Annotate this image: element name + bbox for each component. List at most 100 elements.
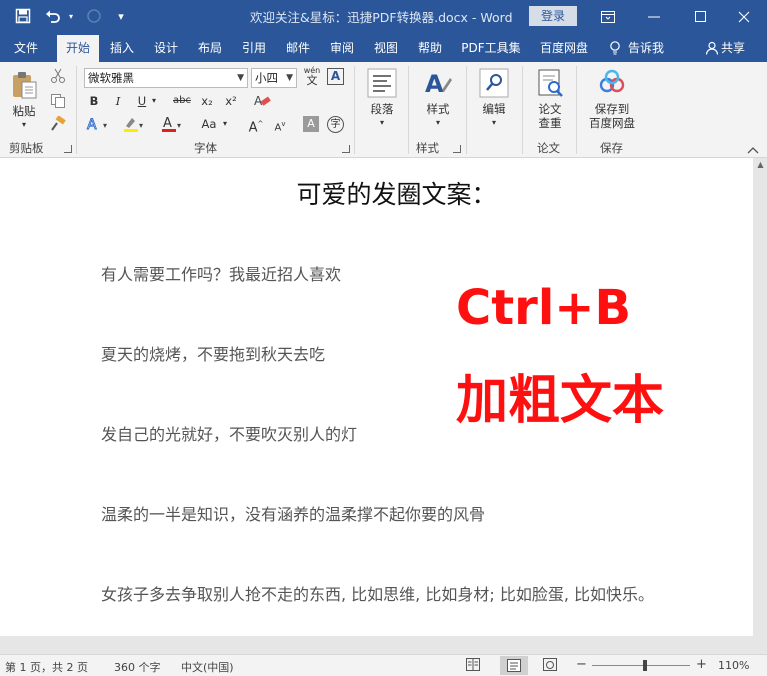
language-status[interactable]: 中文(中国)	[181, 659, 234, 675]
font-size-dropdown-icon[interactable]: ▼	[286, 69, 293, 87]
baidu-netdisk-icon	[599, 69, 625, 93]
document-paragraph: 有人需要工作吗？我最近招人喜欢	[101, 265, 342, 284]
share-button[interactable]: 共享	[721, 35, 751, 62]
change-case-dropdown-icon[interactable]: ▾	[220, 116, 230, 132]
svg-text:▾: ▾	[103, 121, 107, 130]
copy-icon[interactable]	[50, 93, 66, 112]
minimize-icon[interactable]	[631, 0, 677, 33]
editing-button[interactable]: 编辑 ▾	[474, 68, 514, 130]
read-mode-icon[interactable]	[466, 658, 480, 674]
tell-me-search[interactable]: 告诉我	[628, 35, 674, 62]
print-layout-icon[interactable]	[500, 656, 528, 675]
paste-button[interactable]: 粘贴 ▾	[6, 70, 42, 132]
undo-dropdown-icon[interactable]: ▾	[66, 6, 76, 26]
zoom-level[interactable]: 110%	[718, 659, 749, 672]
zoom-slider-thumb[interactable]	[643, 660, 647, 671]
save-to-baidu-button[interactable]: 保存到 百度网盘	[584, 68, 640, 130]
clear-formatting-icon[interactable]: A	[253, 93, 271, 112]
tab-references[interactable]: 引用	[236, 35, 272, 62]
underline-button[interactable]: U	[134, 93, 150, 109]
strikethrough-button[interactable]: abc	[171, 93, 193, 109]
font-name-combo[interactable]: 微软雅黑 ▼	[84, 68, 248, 88]
undo-icon[interactable]	[42, 6, 64, 26]
paper-check-icon	[538, 69, 563, 97]
close-icon[interactable]	[721, 0, 767, 33]
bold-button[interactable]: B	[86, 93, 102, 109]
zoom-in-button[interactable]: +	[696, 657, 707, 672]
paragraph-label: 段落	[370, 102, 394, 116]
tab-pdf-tools[interactable]: PDF工具集	[456, 35, 526, 62]
paragraph-icon	[367, 68, 397, 98]
save-icon[interactable]	[12, 6, 34, 26]
document-paragraph: 女孩子多去争取别人抢不走的东西, 比如思维, 比如身材; 比如脸蛋, 比如快乐。	[101, 585, 654, 604]
editing-dropdown-icon[interactable]: ▾	[474, 116, 514, 130]
tab-file[interactable]: 文件	[6, 35, 46, 62]
cut-icon[interactable]	[50, 68, 66, 87]
tab-insert[interactable]: 插入	[104, 35, 140, 62]
customize-toolbar-icon[interactable]: ▾	[114, 6, 128, 26]
document-page[interactable]: 可爱的发圈文案： 有人需要工作吗？我最近招人喜欢 夏天的烧烤，不要拖到秋天去吃 …	[0, 158, 753, 636]
tab-design[interactable]: 设计	[148, 35, 184, 62]
tab-view[interactable]: 视图	[368, 35, 404, 62]
maximize-icon[interactable]	[677, 0, 723, 33]
redo-icon[interactable]	[84, 6, 104, 26]
paragraph-button[interactable]: 段落 ▾	[362, 68, 402, 130]
tab-baidu-netdisk[interactable]: 百度网盘	[533, 35, 595, 62]
grow-font-button[interactable]: A^	[247, 116, 265, 135]
login-button[interactable]: 登录	[529, 6, 577, 26]
styles-button[interactable]: A 样式 ▾	[418, 68, 458, 130]
separator	[576, 66, 577, 154]
tab-review[interactable]: 审阅	[324, 35, 360, 62]
tab-help[interactable]: 帮助	[412, 35, 448, 62]
underline-dropdown-icon[interactable]: ▾	[150, 93, 158, 109]
styles-group-label: 样式	[416, 141, 439, 155]
share-person-icon	[703, 35, 721, 62]
tab-mailings[interactable]: 邮件	[280, 35, 316, 62]
paper-check-label-1: 论文	[538, 102, 562, 116]
font-size-combo[interactable]: 小四 ▼	[251, 68, 297, 88]
paste-dropdown-icon[interactable]: ▾	[6, 118, 42, 132]
save-group-label: 保存	[600, 141, 623, 155]
tab-home[interactable]: 开始	[57, 35, 99, 62]
shortcut-annotation: Ctrl+B	[456, 280, 632, 336]
format-painter-icon[interactable]	[50, 115, 66, 135]
paper-check-button[interactable]: 论文 查重	[530, 68, 570, 130]
ribbon-home: 粘贴 ▾ 剪贴板 微软雅黑 ▼ 小四 ▼ wén 文 A B I U ▾ abc…	[0, 62, 767, 158]
italic-button[interactable]: I	[110, 93, 126, 109]
paste-label: 粘贴	[12, 104, 36, 118]
paragraph-dropdown-icon[interactable]: ▾	[362, 116, 402, 130]
clipboard-launcher-icon[interactable]	[64, 145, 72, 153]
character-border-icon[interactable]: A	[327, 68, 344, 85]
styles-launcher-icon[interactable]	[453, 145, 461, 153]
scroll-up-icon[interactable]: ▲	[754, 158, 767, 171]
font-name-dropdown-icon[interactable]: ▼	[237, 69, 244, 87]
zoom-slider-track[interactable]	[592, 665, 690, 666]
styles-icon: A	[425, 70, 452, 98]
page-count[interactable]: 第 1 页，共 2 页	[5, 659, 88, 675]
subscript-button[interactable]: x₂	[198, 93, 216, 109]
change-case-button[interactable]: Aa	[198, 116, 220, 132]
zoom-out-button[interactable]: −	[576, 657, 587, 672]
text-effects-icon[interactable]: A ▾	[86, 115, 112, 136]
superscript-button[interactable]: x²	[222, 93, 240, 109]
character-shading-icon[interactable]: A	[303, 116, 319, 132]
document-paragraph: 发自己的光就好，不要吹灭别人的灯	[101, 425, 358, 444]
svg-text:A: A	[425, 70, 444, 98]
web-layout-icon[interactable]	[543, 658, 557, 674]
font-launcher-icon[interactable]	[342, 145, 350, 153]
ribbon-display-options-icon[interactable]	[585, 0, 631, 33]
save-to-label-2: 百度网盘	[589, 116, 635, 130]
word-count[interactable]: 360 个字	[114, 659, 161, 675]
svg-text:A: A	[87, 117, 97, 133]
shrink-font-button[interactable]: Av	[271, 116, 289, 133]
font-color-icon[interactable]: A ▾	[160, 115, 186, 136]
lightbulb-icon	[605, 35, 625, 62]
svg-text:A: A	[163, 116, 172, 131]
tab-layout[interactable]: 布局	[192, 35, 228, 62]
styles-dropdown-icon[interactable]: ▾	[418, 116, 458, 130]
svg-text:▾: ▾	[177, 121, 181, 130]
enclose-characters-icon[interactable]: 字	[327, 116, 344, 133]
collapse-ribbon-icon[interactable]	[747, 144, 759, 157]
phonetic-guide-button[interactable]: wén 文	[303, 66, 321, 87]
highlight-color-icon[interactable]: ▾	[122, 115, 148, 136]
